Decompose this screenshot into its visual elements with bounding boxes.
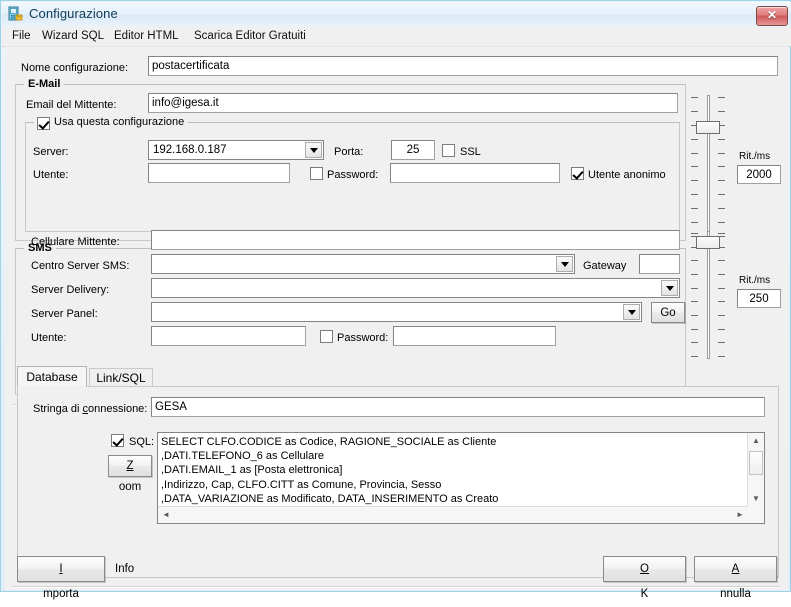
menu-item-editor-html[interactable]: Editor HTML bbox=[112, 30, 181, 42]
email-sender-input[interactable]: info@igesa.it bbox=[148, 93, 678, 113]
window-title: Configurazione bbox=[29, 6, 118, 21]
sql-vertical-scrollbar[interactable]: ▲ ▼ bbox=[747, 433, 764, 507]
sms-utente-label: Utente: bbox=[31, 332, 67, 344]
sms-password-label: Password: bbox=[337, 332, 389, 344]
ok-label: OK bbox=[640, 563, 649, 600]
annulla-label: Annulla bbox=[720, 563, 751, 600]
config-app-icon bbox=[8, 6, 24, 22]
sms-slider-thumb[interactable] bbox=[696, 236, 720, 249]
config-name-input[interactable]: postacertificata bbox=[148, 56, 778, 76]
sms-password-input[interactable] bbox=[393, 326, 556, 346]
scroll-down-icon[interactable]: ▼ bbox=[748, 491, 764, 507]
scroll-left-icon[interactable]: ◄ bbox=[158, 507, 174, 523]
tab-strip: Database Link/SQL bbox=[17, 366, 217, 387]
use-config-label: Usa questa configurazione bbox=[54, 116, 185, 128]
sms-cellulare-label: Cellulare Mittente: bbox=[31, 236, 120, 248]
configuration-window: Configurazione ✕ File Wizard SQL Editor … bbox=[0, 0, 791, 600]
tab-link-sql-label: Link/SQL bbox=[96, 371, 146, 385]
zoom-button[interactable]: Zoom bbox=[108, 455, 152, 493]
scroll-right-icon[interactable]: ► bbox=[732, 507, 748, 523]
email-slider-thumb[interactable] bbox=[696, 121, 720, 134]
utente-anonimo-label: Utente anonimo bbox=[588, 169, 666, 181]
sms-gateway-input[interactable] bbox=[639, 254, 680, 274]
menu-item-file[interactable]: File bbox=[10, 30, 33, 42]
sms-slider-rail bbox=[707, 231, 710, 359]
email-slider-ticks-right bbox=[718, 97, 725, 237]
email-delay-slider[interactable] bbox=[691, 95, 725, 239]
ok-button[interactable]: OK bbox=[603, 556, 686, 600]
sms-delivery-combo[interactable] bbox=[151, 278, 680, 298]
chevron-down-icon[interactable] bbox=[556, 256, 573, 272]
tab-database-label: Database bbox=[26, 370, 78, 384]
ssl-label: SSL bbox=[460, 146, 481, 158]
client-area: Nome configurazione: postacertificata E-… bbox=[5, 46, 788, 600]
email-server-combo[interactable]: 192.168.0.187 bbox=[148, 140, 324, 160]
email-slider-rail bbox=[707, 95, 710, 239]
sms-cellulare-input[interactable] bbox=[151, 230, 680, 250]
chevron-down-icon[interactable] bbox=[623, 304, 640, 320]
email-porta-input[interactable]: 25 bbox=[391, 140, 435, 160]
sms-delay-slider[interactable] bbox=[691, 231, 725, 359]
chevron-down-icon[interactable] bbox=[661, 280, 678, 296]
email-server-label: Server: bbox=[33, 146, 69, 158]
sms-password-checkbox[interactable] bbox=[320, 330, 333, 343]
sms-slider-ticks-right bbox=[718, 233, 725, 357]
tab-link-sql[interactable]: Link/SQL bbox=[89, 368, 153, 387]
tab-database[interactable]: Database bbox=[17, 366, 87, 387]
importa-button[interactable]: Importa bbox=[17, 556, 105, 600]
sql-horizontal-scrollbar[interactable]: ◄ ► bbox=[158, 506, 748, 523]
email-use-config-caption: Usa questa configurazione bbox=[34, 116, 189, 130]
sql-checkbox[interactable] bbox=[111, 434, 124, 447]
close-icon: ✕ bbox=[766, 8, 778, 22]
info-label: Info bbox=[115, 563, 135, 575]
email-delay-label: Rit./ms bbox=[739, 151, 771, 162]
sms-gateway-label: Gateway bbox=[583, 260, 627, 272]
ssl-checkbox[interactable] bbox=[442, 144, 455, 157]
email-utente-input[interactable] bbox=[148, 163, 290, 183]
chevron-down-icon[interactable] bbox=[305, 142, 322, 158]
email-slider-ticks-left bbox=[691, 97, 698, 237]
conn-string-label: Stringa di connessione: bbox=[33, 403, 148, 415]
sms-centro-combo[interactable] bbox=[151, 254, 575, 274]
scroll-up-icon[interactable]: ▲ bbox=[748, 433, 764, 449]
sql-text-content: SELECT CLFO.CODICE as Codice, RAGIONE_SO… bbox=[161, 436, 499, 505]
sms-delivery-label: Server Delivery: bbox=[31, 284, 110, 296]
sql-scroll-corner bbox=[748, 507, 764, 523]
use-config-checkbox[interactable] bbox=[37, 117, 50, 130]
sql-vertical-scroll-thumb[interactable] bbox=[749, 451, 763, 475]
email-password-input[interactable] bbox=[390, 163, 560, 183]
sms-panel-combo[interactable] bbox=[151, 302, 642, 322]
close-button[interactable]: ✕ bbox=[756, 6, 788, 26]
menu-item-scarica-editor-gratuiti[interactable]: Scarica Editor Gratuiti bbox=[192, 30, 308, 42]
sms-delay-input[interactable]: 250 bbox=[737, 289, 781, 308]
sms-go-button[interactable]: Go bbox=[651, 302, 685, 323]
importa-label: Importa bbox=[43, 563, 79, 600]
sms-utente-input[interactable] bbox=[151, 326, 306, 346]
email-porta-label: Porta: bbox=[334, 146, 364, 158]
sms-panel-label: Server Panel: bbox=[31, 308, 98, 320]
config-name-label: Nome configurazione: bbox=[21, 62, 129, 74]
email-group-title: E-Mail bbox=[24, 78, 65, 90]
zoom-button-label: Zoom bbox=[118, 460, 142, 493]
email-delay-input[interactable]: 2000 bbox=[737, 165, 781, 184]
sms-go-label: Go bbox=[660, 307, 676, 319]
sms-centro-label: Centro Server SMS: bbox=[31, 260, 130, 272]
sql-text-editor[interactable]: SELECT CLFO.CODICE as Codice, RAGIONE_SO… bbox=[157, 432, 765, 524]
utente-anonimo-checkbox[interactable] bbox=[571, 167, 584, 180]
sms-delay-label: Rit./ms bbox=[739, 275, 771, 286]
sms-slider-ticks-left bbox=[691, 233, 698, 357]
menu-bar: File Wizard SQL Editor HTML Scarica Edit… bbox=[2, 27, 791, 47]
email-sender-label: Email del Mittente: bbox=[26, 99, 117, 111]
conn-string-input[interactable]: GESA bbox=[151, 397, 765, 417]
title-bar: Configurazione ✕ bbox=[2, 2, 791, 28]
menu-item-wizard-sql[interactable]: Wizard SQL bbox=[40, 30, 106, 42]
annulla-button[interactable]: Annulla bbox=[694, 556, 777, 600]
sql-checkbox-label: SQL: bbox=[129, 436, 155, 448]
email-password-label: Password: bbox=[327, 169, 379, 181]
email-password-checkbox[interactable] bbox=[310, 167, 323, 180]
email-utente-label: Utente: bbox=[33, 169, 69, 181]
email-server-value: 192.168.0.187 bbox=[153, 144, 227, 156]
